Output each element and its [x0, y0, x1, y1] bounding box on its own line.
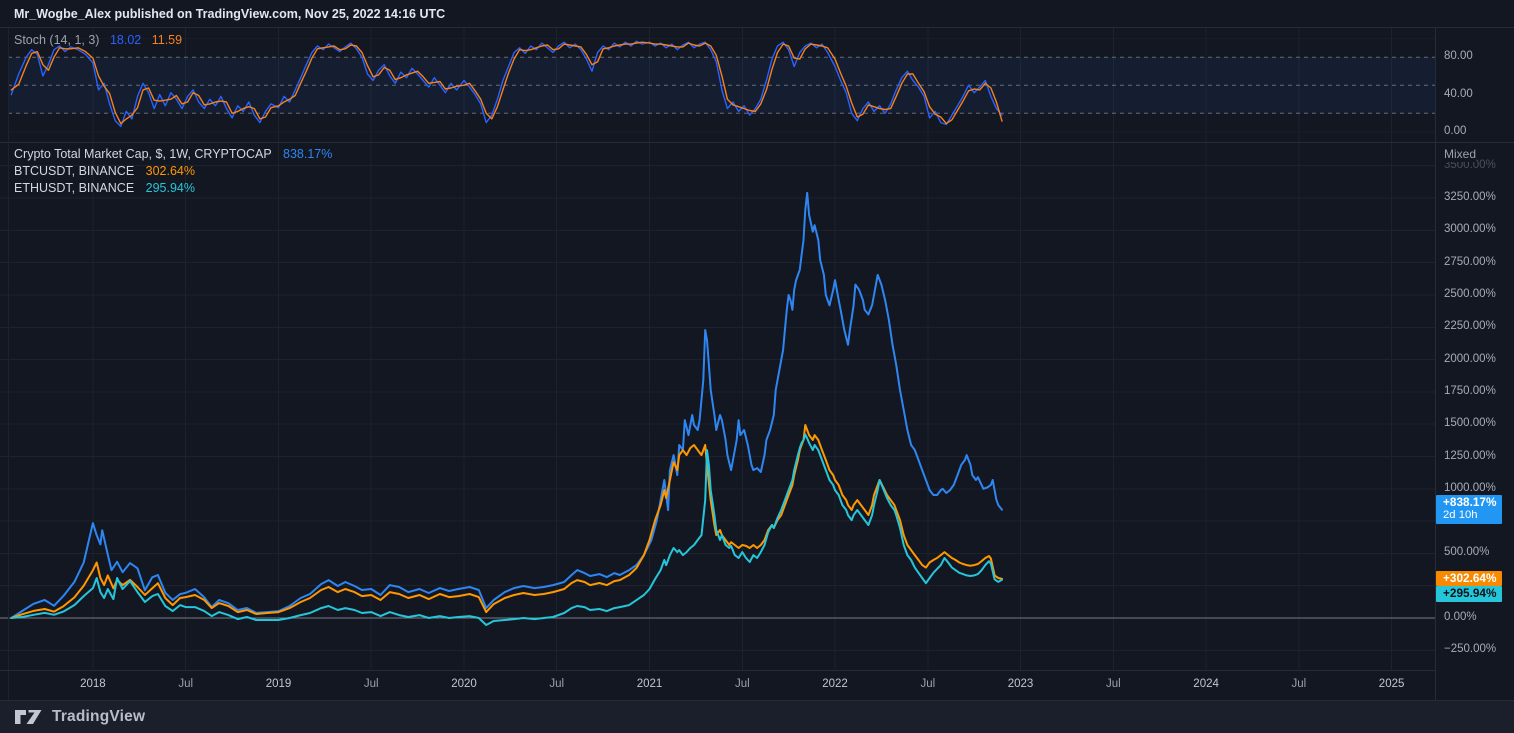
time-axis-label: Jul	[178, 678, 194, 690]
last-price-badge-eth: +295.94%	[1436, 586, 1502, 602]
stochastic-d-value: 11.59	[151, 33, 183, 47]
badge-btc-value: +302.64%	[1443, 570, 1497, 585]
legend-label-ethusdt[interactable]: ETHUSDT, BINANCE	[14, 181, 134, 195]
time-axis-label: 2018	[80, 678, 106, 690]
price-scale-label: 3250.00%	[1444, 191, 1496, 204]
last-price-badge-marketcap: +838.17% 2d 10h	[1436, 494, 1502, 524]
time-axis-label: 2020	[451, 678, 477, 690]
time-axis-label: Jul	[734, 678, 750, 690]
price-scale-label: 1250.00%	[1444, 449, 1496, 462]
tradingview-logo-icon[interactable]	[14, 707, 44, 727]
price-scale-label: −250.00%	[1444, 643, 1497, 656]
marketcap-line	[10, 191, 1003, 619]
stoch-scale-label: 0.00	[1444, 124, 1467, 137]
time-axis-label: Jul	[920, 678, 936, 690]
time-axis-label: Jul	[363, 678, 379, 690]
pane-divider[interactable]	[0, 142, 1514, 143]
attribution-bar: Mr_Wogbe_Alex published on TradingView.c…	[0, 0, 1514, 28]
legend-row-ethusdt[interactable]: ETHUSDT, BINANCE 295.94%	[14, 180, 332, 197]
stochastic-legend-title[interactable]: Stoch (14, 1, 3)	[14, 33, 99, 47]
attribution-text: Mr_Wogbe_Alex published on TradingView.c…	[14, 7, 446, 21]
time-axis-label: 2023	[1007, 678, 1034, 690]
price-scale-label: 3000.00%	[1444, 223, 1496, 236]
time-axis-label: 2019	[265, 678, 292, 690]
price-scale-label: 2500.00%	[1444, 287, 1496, 300]
time-axis-label: 2024	[1193, 678, 1219, 690]
legend-label-btcusdt[interactable]: BTCUSDT, BINANCE	[14, 164, 134, 178]
legend-label-marketcap[interactable]: Crypto Total Market Cap, $, 1W, CRYPTOCA…	[14, 147, 272, 161]
badge-marketcap-countdown: 2d 10h	[1443, 509, 1478, 522]
legend-value-ethusdt: 295.94%	[145, 181, 195, 195]
price-scale-label: 0.00%	[1444, 611, 1477, 624]
stoch-scale-label: 80.00	[1444, 50, 1473, 63]
price-scale-label: 2250.00%	[1444, 320, 1496, 333]
price-scale-label: 500.00%	[1444, 546, 1490, 559]
time-axis-label: Jul	[549, 678, 565, 690]
price-chart-pane[interactable]	[0, 143, 1435, 670]
price-scale-label: 2000.00%	[1444, 352, 1496, 365]
time-scale[interactable]: 2018 Jul 2019 Jul 2020 Jul 2021 Jul 2022 Jul 2023 J…	[0, 670, 1435, 700]
price-scale-label: 2750.00%	[1444, 255, 1496, 268]
legend-value-marketcap: 838.17%	[283, 147, 333, 161]
plot-left-border	[8, 28, 9, 700]
badge-marketcap-value: +838.17%	[1443, 494, 1497, 509]
footer-bar: TradingView	[0, 700, 1514, 733]
time-axis-label: 2025	[1378, 678, 1405, 690]
time-axis-label: Jul	[1105, 678, 1121, 690]
stochastic-legend[interactable]: Stoch (14, 1, 3) 18.02 11.59	[14, 33, 182, 47]
last-price-badge-btc: +302.64%	[1436, 570, 1502, 587]
stochastic-pane[interactable]	[0, 28, 1435, 143]
time-axis-label: 2021	[636, 678, 663, 690]
legend-value-btcusdt: 302.64%	[145, 164, 195, 178]
legend-row-btcusdt[interactable]: BTCUSDT, BINANCE 302.64%	[14, 163, 332, 180]
stoch-scale-label: 40.00	[1444, 87, 1473, 100]
symbol-legend: Crypto Total Market Cap, $, 1W, CRYPTOCA…	[14, 146, 332, 197]
price-scale-label: 1500.00%	[1444, 417, 1496, 430]
price-scale[interactable]: Mixed +838.17% 2d 10h +302.64% +295.94% …	[1435, 28, 1514, 700]
price-scale-label: 1750.00%	[1444, 384, 1496, 397]
legend-row-marketcap[interactable]: Crypto Total Market Cap, $, 1W, CRYPTOCA…	[14, 146, 332, 163]
tradingview-brand-text[interactable]: TradingView	[52, 708, 145, 726]
price-scale-label: 1000.00%	[1444, 481, 1496, 494]
badge-eth-value: +295.94%	[1443, 586, 1497, 601]
time-axis-label: Jul	[1291, 678, 1307, 690]
tradingview-published-chart: Mr_Wogbe_Alex published on TradingView.c…	[0, 0, 1514, 733]
time-axis-label: 2022	[822, 678, 848, 690]
stochastic-k-value: 18.02	[109, 33, 142, 47]
scale-mode-label[interactable]: Mixed	[1444, 147, 1477, 162]
